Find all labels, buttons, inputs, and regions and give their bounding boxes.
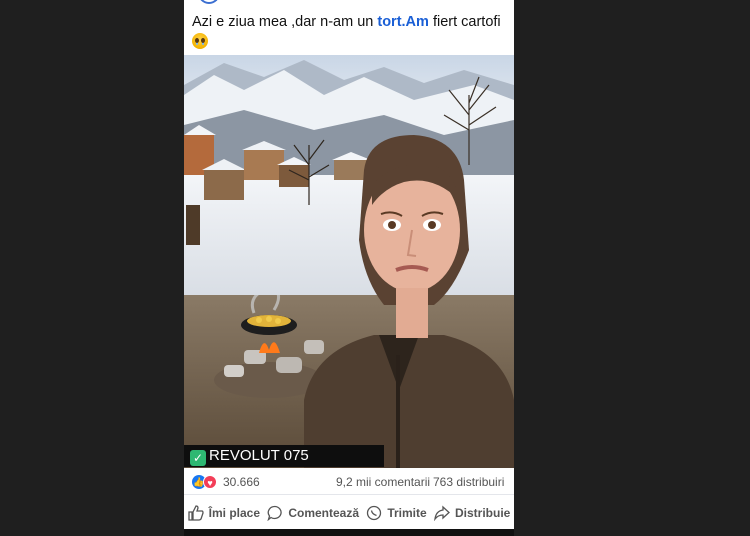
shares-count[interactable]: 763 distribuiri: [433, 475, 504, 489]
check-mark-icon: ✓: [190, 450, 206, 466]
share-button[interactable]: Distribuie: [434, 505, 510, 521]
feed-post: Azi e ziua mea ,dar n-am un tort.Am fier…: [184, 0, 514, 536]
pleading-face-icon: [192, 33, 208, 49]
reaction-count: 30.666: [223, 475, 260, 489]
reaction-summary[interactable]: 👍 ♥ 30.666: [192, 475, 260, 489]
send-button[interactable]: Trimite: [366, 505, 427, 521]
revolut-overlay: ✓ REVOLUT 075: [184, 445, 384, 467]
post-photo[interactable]: ✓ REVOLUT 075: [184, 55, 514, 468]
post-stats: 👍 ♥ 30.666 9,2 mii comentarii 763 distri…: [184, 470, 514, 495]
whatsapp-icon: [367, 505, 382, 521]
like-label: Îmi place: [208, 506, 261, 520]
avatar[interactable]: [198, 0, 220, 4]
caption-text: Azi e ziua mea ,dar n-am un: [192, 14, 378, 30]
caption-hashtag-link[interactable]: tort.Am: [377, 14, 429, 30]
caption-text-end: fiert cartofi: [428, 14, 501, 30]
photo-person: [304, 135, 514, 468]
comment-label: Comentează: [288, 506, 360, 520]
share-arrow-icon: [434, 505, 450, 521]
revolut-text: REVOLUT 075: [209, 447, 309, 464]
comments-count[interactable]: 9,2 mii comentarii: [336, 475, 430, 489]
comment-icon: [267, 505, 283, 521]
post-actions: Îmi place Comentează Trimite Distribuie: [184, 498, 514, 528]
share-label: Distribuie: [455, 506, 511, 520]
post-header: [184, 0, 514, 6]
bottom-divider: [184, 529, 514, 536]
thumbs-up-icon: [188, 505, 204, 521]
comment-button[interactable]: Comentează: [267, 505, 359, 521]
send-label: Trimite: [387, 506, 427, 520]
like-button[interactable]: Îmi place: [188, 505, 260, 521]
post-caption: Azi e ziua mea ,dar n-am un tort.Am fier…: [192, 12, 506, 52]
love-reaction-icon: ♥: [203, 475, 217, 489]
